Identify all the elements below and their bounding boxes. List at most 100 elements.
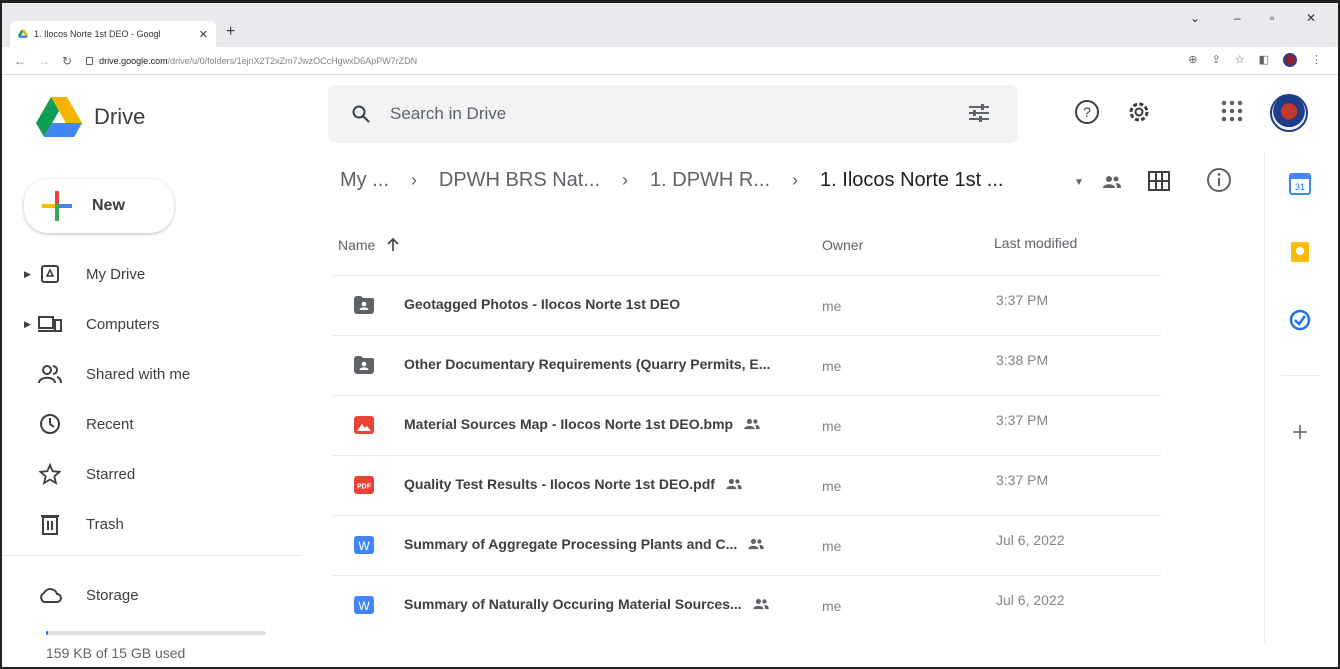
bookmark-star-icon[interactable]: ☆ <box>1235 53 1245 67</box>
table-row[interactable]: Other Documentary Requirements (Quarry P… <box>332 335 1162 395</box>
file-modified: 3:38 PM <box>996 352 1049 368</box>
file-name[interactable]: Summary of Aggregate Processing Plants a… <box>404 536 737 552</box>
minimize-icon[interactable]: – <box>1234 11 1241 25</box>
sidebar-item-label: Starred <box>86 465 136 483</box>
side-panel-divider <box>1281 375 1321 376</box>
name-column-header: Name <box>338 237 376 253</box>
svg-text:?: ? <box>1083 104 1091 120</box>
file-name[interactable]: Material Sources Map - Ilocos Norte 1st … <box>404 416 733 432</box>
last-modified-column-header[interactable]: Last modified <box>994 235 1077 251</box>
sort-by-name-header[interactable]: Name <box>338 237 399 253</box>
table-row[interactable]: W Summary of Naturally Occuring Material… <box>332 575 1162 635</box>
sidebar-item-trash[interactable]: Trash <box>24 509 124 539</box>
shared-people-icon <box>726 478 742 490</box>
trash-icon <box>38 512 62 536</box>
sidebar-toggle-icon[interactable]: ◧ <box>1259 53 1269 67</box>
lock-icon <box>86 56 94 65</box>
close-window-icon[interactable]: ✕ <box>1306 11 1316 25</box>
star-icon <box>38 462 62 486</box>
file-modified: Jul 6, 2022 <box>996 592 1065 608</box>
tasks-icon[interactable] <box>1289 309 1311 331</box>
reload-icon[interactable]: ↻ <box>62 54 72 68</box>
apps-grid-icon[interactable] <box>1220 99 1244 123</box>
file-name[interactable]: Summary of Naturally Occuring Material S… <box>404 596 742 612</box>
calendar-icon[interactable]: 31 <box>1289 173 1311 195</box>
new-button[interactable]: New <box>24 179 174 233</box>
search-bar[interactable]: Search in Drive <box>328 85 1018 143</box>
svg-text:PDF: PDF <box>357 484 372 491</box>
clock-icon <box>38 412 62 436</box>
folder-menu-arrow-icon[interactable]: ▼ <box>1074 177 1084 188</box>
table-row[interactable]: Material Sources Map - Ilocos Norte 1st … <box>332 395 1162 455</box>
browser-titlebar: 1. Ilocos Norte 1st DEO - Googl ✕ + ⌄ – … <box>2 3 1338 47</box>
word-doc-icon: W <box>354 596 374 614</box>
url-host[interactable]: drive.google.com <box>99 56 168 66</box>
share-page-icon[interactable]: ⇪ <box>1212 53 1221 67</box>
breadcrumb-current[interactable]: 1. Ilocos Norte 1st ... <box>820 169 1003 192</box>
tab-search-icon[interactable]: ⌄ <box>1190 11 1200 25</box>
maximize-icon[interactable]: ▫ <box>1270 11 1274 25</box>
add-addon-icon[interactable] <box>1289 421 1311 443</box>
table-row[interactable]: W Summary of Aggregate Processing Plants… <box>332 515 1162 575</box>
file-owner: me <box>822 298 842 314</box>
keep-icon[interactable] <box>1289 241 1311 263</box>
sidebar-item-shared-with-me[interactable]: Shared with me <box>24 359 190 389</box>
account-avatar[interactable] <box>1270 94 1308 132</box>
sidebar-item-recent[interactable]: Recent <box>24 409 134 439</box>
search-input[interactable]: Search in Drive <box>390 104 506 124</box>
my-drive-icon <box>38 262 62 286</box>
svg-text:31: 31 <box>1295 182 1305 192</box>
address-bar: ← → ↻ drive.google.com /drive/u/0/folder… <box>2 47 1338 75</box>
profile-icon[interactable] <box>1283 53 1297 67</box>
url-path[interactable]: /drive/u/0/folders/1ejnX2T2xZm7JwzOCcHgw… <box>168 56 418 66</box>
grid-view-icon[interactable] <box>1148 171 1170 191</box>
drive-logo[interactable]: Drive <box>36 97 145 137</box>
file-name[interactable]: Quality Test Results - Ilocos Norte 1st … <box>404 476 715 492</box>
file-owner: me <box>822 538 842 554</box>
file-modified: 3:37 PM <box>996 412 1049 428</box>
tab-title: 1. Ilocos Norte 1st DEO - Googl <box>34 29 161 39</box>
shared-people-icon <box>752 598 769 610</box>
expand-arrow-icon[interactable]: ▶ <box>24 319 38 330</box>
zoom-icon[interactable]: ⊕ <box>1188 53 1197 67</box>
drive-logo-text: Drive <box>94 104 146 129</box>
chevron-right-icon: › <box>410 170 417 190</box>
back-icon[interactable]: ← <box>14 54 26 68</box>
file-name[interactable]: Other Documentary Requirements (Quarry P… <box>404 356 770 372</box>
table-row[interactable]: Geotagged Photos - Ilocos Norte 1st DEO … <box>332 275 1162 335</box>
shared-folder-icon <box>354 356 374 374</box>
new-button-label: New <box>92 197 125 214</box>
breadcrumb-item[interactable]: 1. DPWH R... <box>650 169 770 192</box>
expand-arrow-icon[interactable]: ▶ <box>24 269 38 280</box>
settings-gear-icon[interactable] <box>1126 99 1152 125</box>
side-panel: 31 <box>1264 153 1340 643</box>
browser-tab[interactable]: 1. Ilocos Norte 1st DEO - Googl ✕ <box>10 21 216 47</box>
help-icon[interactable]: ? <box>1074 99 1100 125</box>
sidebar-item-starred[interactable]: Starred <box>24 459 135 489</box>
drive-favicon-icon <box>18 29 28 38</box>
drive-logo-icon <box>36 97 82 137</box>
file-name[interactable]: Geotagged Photos - Ilocos Norte 1st DEO <box>404 296 680 312</box>
sidebar-item-label: Computers <box>86 315 160 333</box>
file-modified: 3:37 PM <box>996 292 1049 308</box>
browser-menu-icon[interactable]: ⋮ <box>1311 53 1322 67</box>
owner-column-header[interactable]: Owner <box>822 237 863 253</box>
storage-bar <box>46 631 266 635</box>
sidebar-item-computers[interactable]: ▶ Computers <box>24 309 159 339</box>
search-options-icon[interactable] <box>968 103 990 123</box>
info-icon[interactable] <box>1206 167 1232 193</box>
breadcrumb-item[interactable]: My ... <box>340 169 389 192</box>
sort-arrow-up-icon[interactable] <box>387 238 399 252</box>
breadcrumb-item[interactable]: DPWH BRS Nat... <box>439 169 600 192</box>
shared-icon <box>38 362 62 386</box>
sidebar-item-my-drive[interactable]: ▶ My Drive <box>24 259 145 289</box>
table-row[interactable]: PDF Quality Test Results - Ilocos Norte … <box>332 455 1162 515</box>
search-icon[interactable] <box>352 105 370 123</box>
shared-folder-people-icon <box>1103 176 1121 188</box>
tab-close-icon[interactable]: ✕ <box>199 28 208 41</box>
shared-people-icon <box>744 418 760 430</box>
forward-icon[interactable]: → <box>38 54 50 68</box>
sidebar-item-storage[interactable]: Storage <box>24 580 139 610</box>
new-tab-icon[interactable]: + <box>226 23 235 41</box>
file-owner: me <box>822 598 842 614</box>
